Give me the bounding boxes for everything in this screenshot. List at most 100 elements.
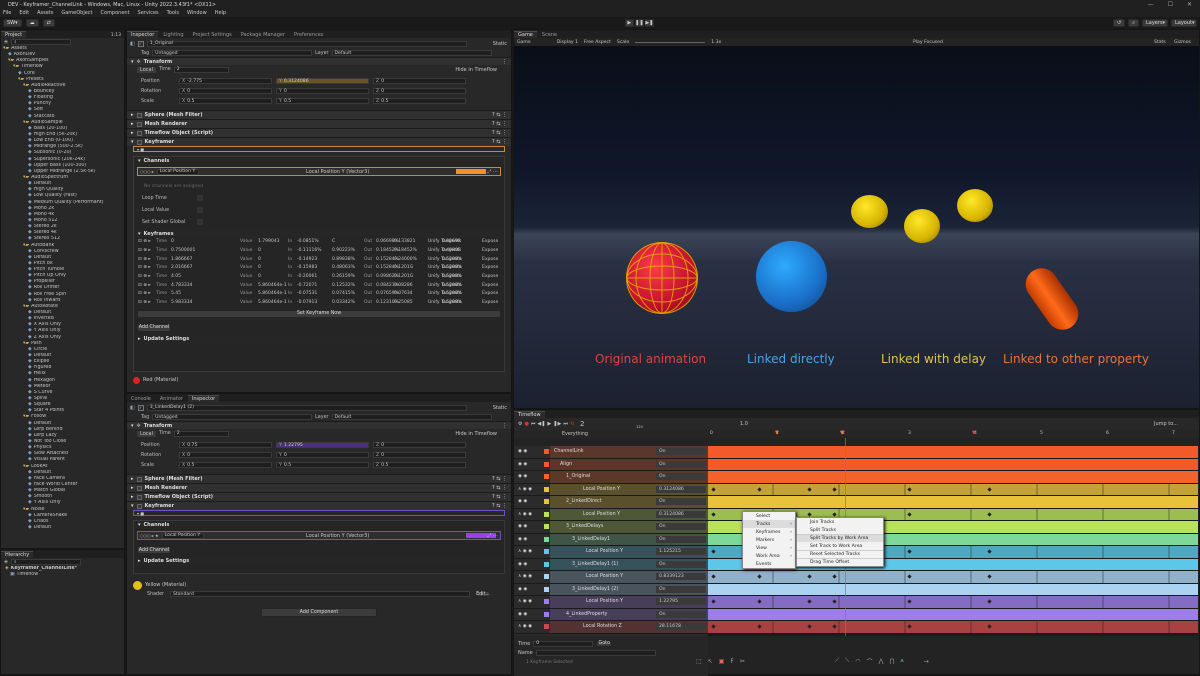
- tab-inspector[interactable]: Inspector: [127, 31, 159, 38]
- menu-help[interactable]: Help: [215, 10, 226, 16]
- track-value-field[interactable]: 1.125215: [656, 548, 706, 556]
- position-x-field[interactable]: X -2.775: [179, 78, 272, 84]
- zoom-slider-value[interactable]: 1:13: [111, 33, 124, 38]
- pause-icon[interactable]: ❚❚: [634, 19, 644, 27]
- expose-toggle[interactable]: Expose: [482, 239, 498, 244]
- component-menu-icon[interactable]: ? ⇆ ⋮: [492, 121, 511, 127]
- keyframe-row[interactable]: ⊡ ⊕ ▸ Time 5.45 Value 5.860464e-1 In -0.07531 0…: [136, 290, 502, 299]
- component-header[interactable]: ▾ Keyframer ? ⇆ ⋮: [127, 501, 511, 510]
- marker-icon[interactable]: ▣: [719, 658, 725, 665]
- time-ruler[interactable]: 0 1 2 3 4 5 6 7 ▼ ▼ ▼: [708, 430, 1198, 438]
- unify-tangents-toggle[interactable]: Unify Tangents: [428, 274, 461, 279]
- shader-global-checkbox[interactable]: [197, 219, 204, 225]
- scale-z-field[interactable]: Z 0.5: [373, 462, 466, 468]
- keyframe-marker[interactable]: [907, 574, 912, 579]
- first-frame-icon[interactable]: ⏮: [531, 421, 536, 427]
- project-item[interactable]: ◆ Default: [3, 525, 124, 531]
- component-enabled-checkbox[interactable]: [136, 503, 142, 509]
- track-lane[interactable]: [708, 596, 1198, 609]
- keyframe-marker[interactable]: [987, 599, 992, 604]
- component-header[interactable]: ▾ Keyframer ? ⇆ ⋮: [127, 137, 511, 146]
- component-header[interactable]: ▸ Timeflow Object (Script) ? ⇆ ⋮: [127, 128, 511, 137]
- component-menu-icon[interactable]: ? ⇆ ⋮: [492, 139, 511, 145]
- keyframe-o2-value[interactable]: 0.07634: [394, 291, 413, 296]
- track-visibility-icon[interactable]: ◉ ◉: [518, 587, 527, 592]
- menu-tools[interactable]: Tools: [167, 10, 179, 16]
- track-value-field[interactable]: On: [656, 448, 706, 456]
- keyframe-marker[interactable]: [807, 511, 812, 517]
- keyframe-in-value[interactable]: -0.0851%: [297, 239, 319, 244]
- layer-dropdown[interactable]: Default: [331, 414, 492, 420]
- position-x-field[interactable]: X 0.75: [179, 442, 272, 448]
- tab-console[interactable]: Console: [127, 395, 155, 402]
- track-lane[interactable]: [708, 496, 1198, 509]
- expose-toggle[interactable]: Expose: [482, 283, 498, 288]
- track-header[interactable]: ◉ ◉ 4_LinkedProperty On: [514, 608, 708, 621]
- keyframe-value-value[interactable]: 5.860464e-1: [258, 283, 287, 288]
- next-frame-icon[interactable]: ❚▶: [553, 421, 561, 427]
- tab-scene[interactable]: Scene: [537, 31, 562, 38]
- track-visibility-icon[interactable]: ◉ ◉: [518, 462, 527, 467]
- keyframe-marker[interactable]: [907, 511, 912, 517]
- keyframe-value-value[interactable]: 0: [258, 265, 261, 270]
- component-enabled-checkbox[interactable]: [136, 121, 142, 127]
- keyframe-value-value[interactable]: 0: [258, 248, 261, 253]
- keyframe-marker[interactable]: [987, 486, 992, 492]
- keyframe-in-value[interactable]: -0.07913: [297, 300, 317, 305]
- channel-name-field[interactable]: Local Position Y: [156, 168, 199, 175]
- marker-icon[interactable]: ▼: [840, 430, 844, 436]
- unify-tangents-toggle[interactable]: Unify Tangents: [428, 257, 461, 262]
- menu-gameobject[interactable]: GameObject: [61, 10, 92, 16]
- goto-button[interactable]: Goto: [596, 640, 613, 647]
- rotation-x-field[interactable]: X0: [179, 452, 272, 458]
- track-value-field[interactable]: 0.3124086: [656, 510, 706, 518]
- component-header[interactable]: ▸ Mesh Renderer ? ⇆ ⋮: [127, 483, 511, 492]
- submenu-item[interactable]: Set Track to Work Area: [797, 542, 883, 550]
- submenu-item[interactable]: Drag Time Offset: [797, 558, 883, 566]
- submenu-item[interactable]: Join Tracks: [797, 518, 883, 526]
- keyframe-marker[interactable]: [757, 599, 762, 604]
- component-menu-icon[interactable]: ? ⇆ ⋮: [492, 494, 511, 500]
- game-mode-dropdown[interactable]: Game: [517, 40, 531, 45]
- loop-time-checkbox[interactable]: [196, 195, 203, 201]
- keyframe-row[interactable]: ⊡ ⊕ ▸ Time 5.983334 Value 5.860464e-1 In -0.07…: [136, 299, 502, 308]
- keyframe-row[interactable]: ⊡ ⊕ ▸ Time 1.866667 Value 0 In -0.14923 0.89838…: [136, 255, 502, 265]
- channel-row[interactable]: ○○○ ▸ ★ Local Position Y Local Position …: [137, 531, 501, 540]
- keyframe-c-value[interactable]: 0.07415%: [332, 291, 355, 296]
- unify-tangents-toggle[interactable]: Unify Tangents: [428, 239, 461, 244]
- update-settings-foldout[interactable]: ▸ Update Settings: [134, 557, 504, 565]
- keyframe-in-value[interactable]: -0.15983: [297, 265, 317, 270]
- tab-preferences[interactable]: Preferences: [290, 31, 328, 38]
- menu-assets[interactable]: Assets: [37, 10, 53, 16]
- keyframe-row[interactable]: ⊡ ⊕ ▸ Time 2.016667 Value 0 In -0.15983 0.48063…: [136, 264, 502, 273]
- shader-dropdown[interactable]: Standard: [170, 591, 470, 597]
- filter-icon[interactable]: F: [730, 658, 733, 665]
- keyframer-search[interactable]: ▾ ■: [133, 146, 505, 152]
- keyframe-marker[interactable]: [832, 599, 837, 604]
- track-value-field[interactable]: 0.8339123: [656, 573, 706, 581]
- material-row[interactable]: Red (Material): [127, 376, 511, 384]
- track-visibility-icon[interactable]: ∧ ◉ ◉: [518, 487, 532, 492]
- keyframe-time-value[interactable]: 5.45: [171, 291, 181, 296]
- context-menu-item[interactable]: Markers ›: [743, 536, 795, 544]
- record-icon[interactable]: ●: [524, 421, 528, 427]
- display-dropdown[interactable]: Display 1: [557, 40, 578, 45]
- submenu-item[interactable]: Reset Selected Tracks: [797, 550, 883, 558]
- tangent-flat-icon[interactable]: ⌒: [867, 657, 873, 666]
- loop-icon[interactable]: ⟲: [570, 421, 574, 427]
- keyframe-controls-icon[interactable]: ⊡ ⊕ ▸: [138, 257, 151, 262]
- channels-foldout[interactable]: ▾ Channels: [134, 521, 504, 529]
- track-lane[interactable]: [708, 458, 1198, 471]
- keyframe-c-value[interactable]: 0.48063%: [332, 265, 355, 270]
- keyframe-marker[interactable]: [711, 574, 716, 579]
- position-y-field[interactable]: Y 0.3124086: [276, 78, 369, 84]
- track-lane[interactable]: [708, 483, 1198, 496]
- track-header[interactable]: ∧ ◉ ◉ Local Position Y 0.3124086: [514, 508, 708, 521]
- rotation-z-field[interactable]: Z0: [373, 452, 466, 458]
- component-menu-icon[interactable]: ? ⇆ ⋮: [492, 130, 511, 136]
- keyframe-time-value[interactable]: 0: [171, 239, 174, 244]
- context-menu-item[interactable]: Work Area ›: [743, 552, 795, 560]
- minimize-icon[interactable]: —: [1148, 1, 1154, 8]
- layer-dropdown[interactable]: Default: [331, 50, 492, 56]
- keyframe-marker[interactable]: [987, 549, 992, 554]
